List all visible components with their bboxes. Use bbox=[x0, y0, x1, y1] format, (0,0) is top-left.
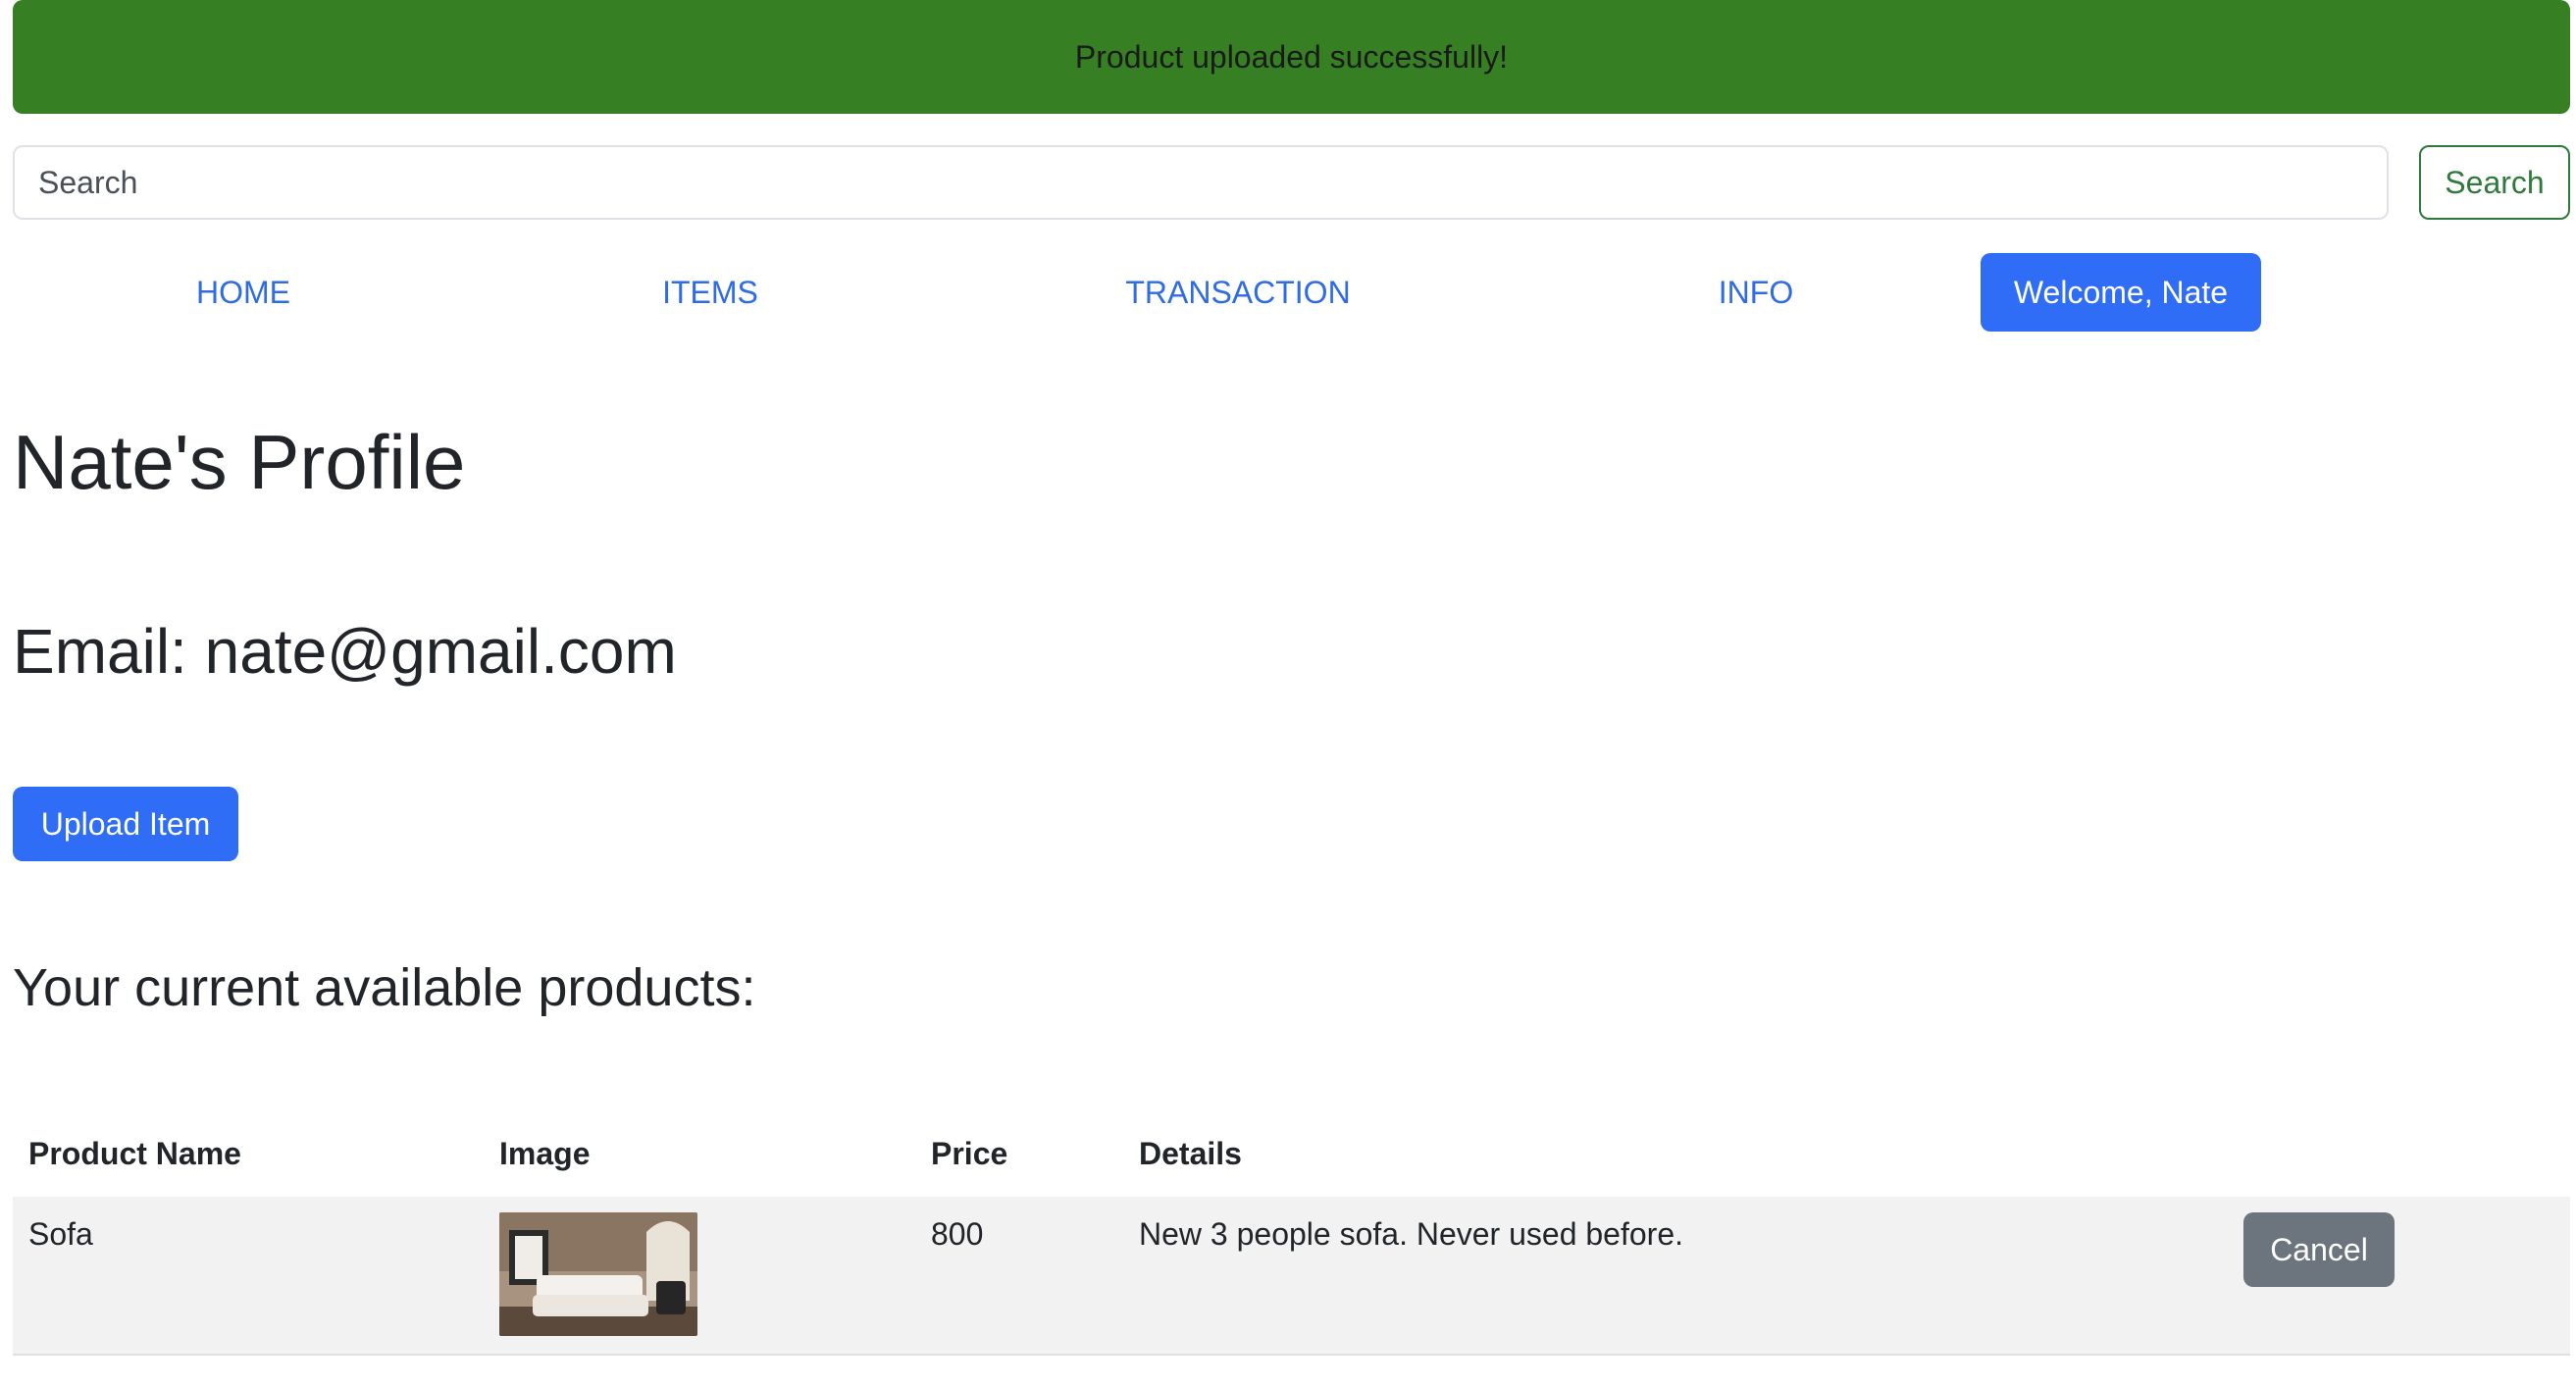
column-header-details: Details bbox=[1139, 1136, 1242, 1171]
product-name-cell: Sofa bbox=[28, 1216, 93, 1252]
sofa-photo-icon bbox=[499, 1212, 697, 1336]
nav-transaction-link[interactable]: TRANSACTION bbox=[1110, 253, 1365, 332]
upload-item-button[interactable]: Upload Item bbox=[13, 787, 238, 861]
search-input[interactable] bbox=[13, 145, 2389, 220]
products-heading: Your current available products: bbox=[13, 958, 756, 1017]
welcome-user-button[interactable]: Welcome, Nate bbox=[1981, 253, 2261, 332]
nav-items-link[interactable]: ITEMS bbox=[632, 253, 789, 332]
search-button[interactable]: Search bbox=[2419, 145, 2570, 220]
column-header-price: Price bbox=[931, 1136, 1008, 1171]
price-cell: 800 bbox=[931, 1216, 984, 1252]
nav-info-link[interactable]: INFO bbox=[1677, 253, 1834, 332]
page-title: Nate's Profile bbox=[13, 419, 466, 505]
details-cell: New 3 people sofa. Never used before. bbox=[1139, 1216, 1683, 1252]
column-header-product-name: Product Name bbox=[28, 1136, 241, 1171]
email-heading: Email: nate@gmail.com bbox=[13, 616, 677, 687]
column-header-image: Image bbox=[499, 1136, 591, 1171]
alert-message: Product uploaded successfully! bbox=[1074, 38, 1509, 75]
sofa-photo-thumbnail bbox=[499, 1212, 697, 1336]
nav-home-link[interactable]: HOME bbox=[165, 253, 322, 332]
products-table-header: Product Name Image Price Details bbox=[13, 1122, 2230, 1199]
cancel-product-button[interactable]: Cancel bbox=[2243, 1212, 2395, 1287]
success-alert: Product uploaded successfully! bbox=[13, 0, 2570, 114]
page: Product uploaded successfully! Search HO… bbox=[0, 0, 2576, 1387]
table-row: Sofa 800 New 3 people sofa. Never used b… bbox=[13, 1197, 2570, 1356]
